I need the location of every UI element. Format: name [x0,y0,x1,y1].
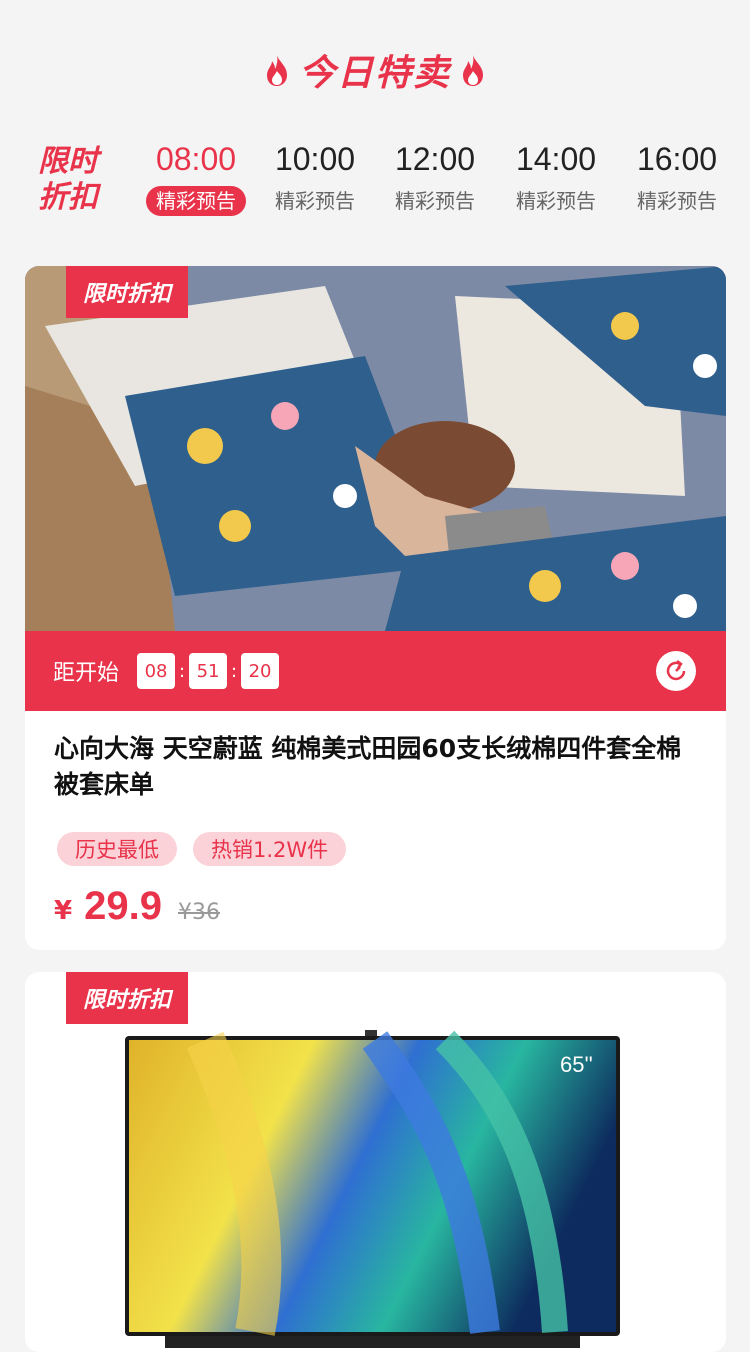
tab-time: 08:00 [155,141,237,177]
tv-image: 65'' [125,1030,620,1348]
promo-label: 限时折扣 [38,144,98,215]
product-image[interactable]: 限时折扣 [25,266,726,631]
tab-time: 14:00 [515,141,597,177]
tab-time: 16:00 [636,141,718,177]
countdown-separator: : [230,660,238,682]
countdown-bar: 距开始 08 : 51 : 20 [25,631,726,711]
flame-icon [266,55,287,86]
product-image[interactable]: 65'' [125,1030,625,1352]
tab-1400[interactable]: 14:00 精彩预告 [501,138,611,216]
product-title[interactable]: 心向大海 天空蔚蓝 纯棉美式田园60支长绒棉四件套全棉被套床单 [54,731,694,803]
countdown-label: 距开始 [53,661,120,686]
title-wrap: 今日特卖 [263,44,487,96]
tab-1200[interactable]: 12:00 精彩预告 [380,138,490,216]
tab-status: 精彩预告 [516,189,596,213]
countdown-seconds: 20 [241,653,280,689]
tab-status: 精彩预告 [146,186,246,216]
currency-symbol: ¥ [54,896,73,926]
page-header: 今日特卖 [0,0,750,124]
time-tabs: 限时折扣 08:00 精彩预告 10:00 精彩预告 12:00 精彩预告 14… [0,138,750,228]
badge-lowest: 历史最低 [57,832,177,866]
countdown-hours: 08 [137,653,176,689]
countdown-separator: : [178,660,186,682]
sale-price: 29.9 [84,884,162,928]
tab-status: 精彩预告 [637,189,717,213]
tab-status: 精彩预告 [395,189,475,213]
page-title: 今日特卖 [298,53,451,94]
promo-tag: 限时折扣 [66,972,188,1024]
original-price: ¥36 [177,900,220,925]
tab-time: 12:00 [394,141,476,177]
refresh-icon[interactable] [656,651,696,691]
tab-time: 10:00 [274,141,356,177]
price-row: ¥ 29.9 ¥36 [54,884,220,929]
bedding-photo [25,266,726,631]
tv-size-label: 65'' [560,1052,593,1077]
tab-1000[interactable]: 10:00 精彩预告 [260,138,370,216]
tab-0800[interactable]: 08:00 精彩预告 [141,138,251,216]
tab-status: 精彩预告 [275,189,355,213]
badge-list: 历史最低 热销1.2W件 [57,832,347,866]
product-card[interactable]: 限时折扣 65'' [25,972,726,1352]
badge-hot-sales: 热销1.2W件 [193,832,347,866]
countdown-minutes: 51 [189,653,228,689]
flame-icon [463,55,483,86]
tab-1600[interactable]: 16:00 精彩预告 [622,138,732,216]
promo-tag: 限时折扣 [66,266,188,318]
product-card[interactable]: 限时折扣 距开始 08 : 51 : 20 心向大海 天空蔚蓝 纯棉美式田园60… [25,266,726,950]
